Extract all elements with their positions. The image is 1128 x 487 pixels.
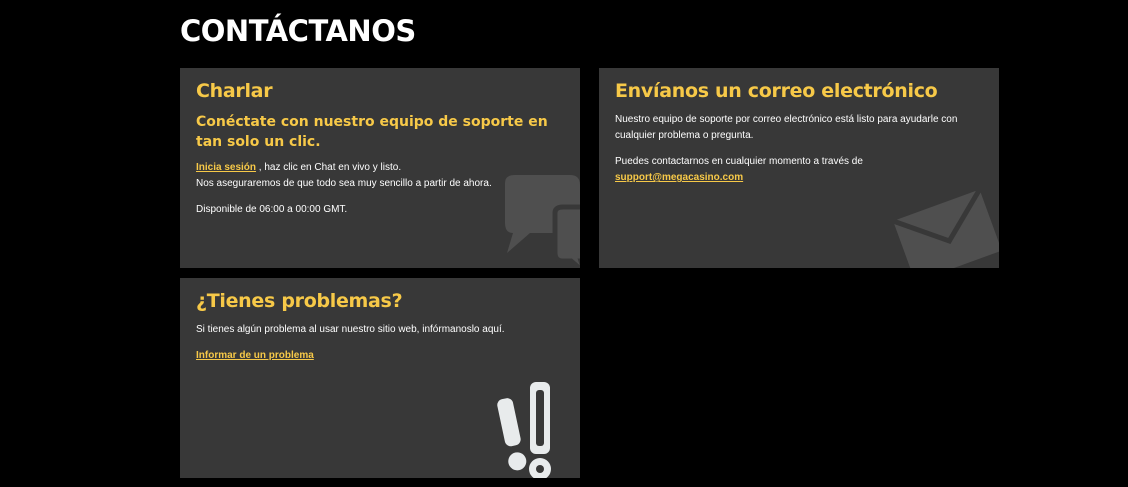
contact-page: CONTÁCTANOS Charlar Conéctate con nuestr… [0, 0, 1128, 487]
problem-description: Si tienes algún problema al usar nuestro… [196, 324, 505, 335]
problem-card: ¿Tienes problemas? Si tienes algún probl… [180, 278, 580, 478]
chat-availability: Disponible de 06:00 a 00:00 GMT. [196, 204, 348, 215]
email-description: Nuestro equipo de soporte por correo ele… [615, 114, 958, 141]
support-email-link[interactable]: support@megacasino.com [615, 172, 743, 183]
chat-card: Charlar Conéctate con nuestro equipo de … [180, 68, 580, 268]
chat-subtitle: Conéctate con nuestro equipo de soporte … [196, 114, 548, 150]
problem-title: ¿Tienes problemas? [196, 290, 403, 312]
email-contact: Puedes contactarnos en cualquier momento… [615, 154, 983, 186]
page-title: CONTÁCTANOS [180, 14, 416, 48]
chat-instructions: Inicia sesión , haz clic en Chat en vivo… [196, 160, 564, 192]
chat-instructions-rest: , haz clic en Chat en vivo y listo. [256, 162, 402, 173]
envelope-icon [892, 188, 999, 268]
email-card: Envíanos un correo electrónico Nuestro e… [599, 68, 999, 268]
email-title: Envíanos un correo electrónico [615, 80, 938, 102]
report-problem-link[interactable]: Informar de un problema [196, 350, 314, 361]
email-contact-text: Puedes contactarnos en cualquier momento… [615, 156, 863, 167]
problem-report: Informar de un problema [196, 348, 564, 364]
exclamation-marks-icon [497, 382, 551, 478]
chat-title: Charlar [196, 80, 273, 102]
chat-instructions-line2: Nos aseguraremos de que todo sea muy sen… [196, 178, 492, 189]
login-link[interactable]: Inicia sesión [196, 162, 256, 173]
